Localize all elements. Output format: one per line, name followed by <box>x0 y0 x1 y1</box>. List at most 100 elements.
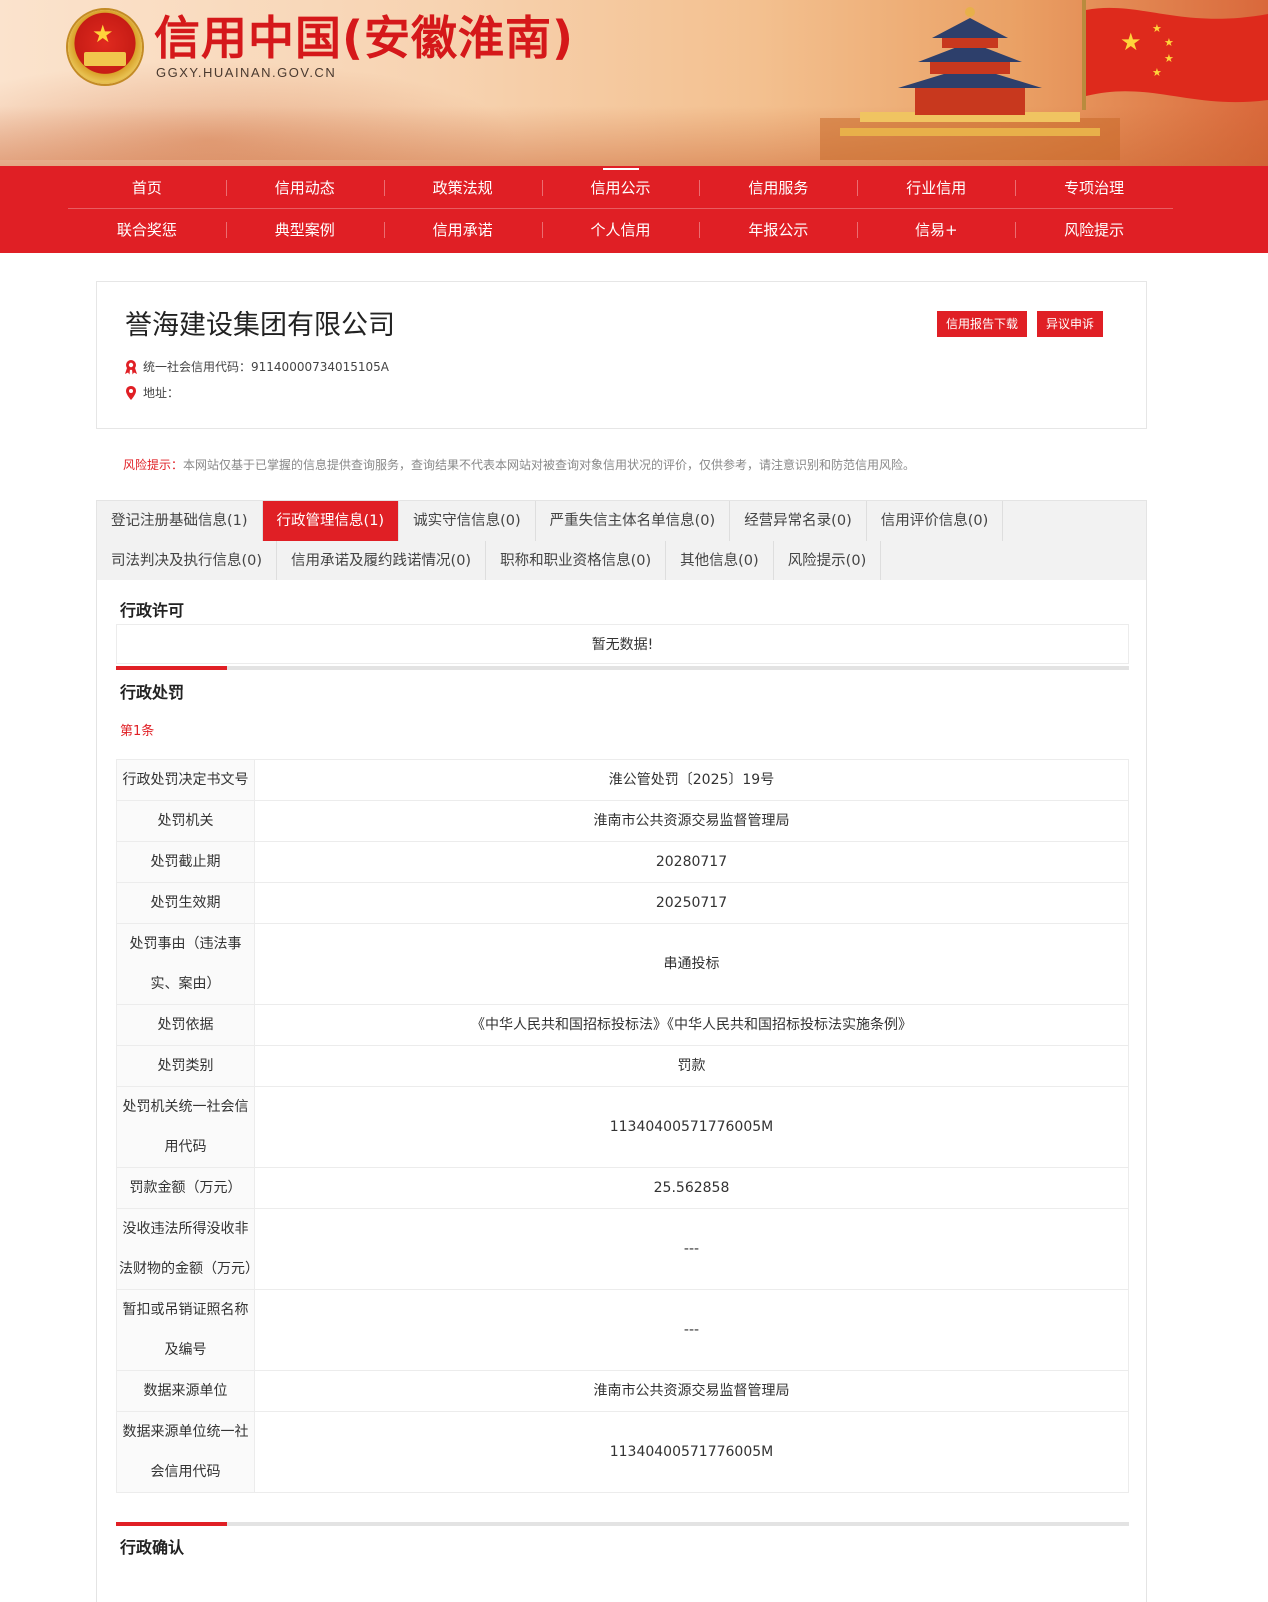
flag-icon: ★ ★ ★ ★ ★ <box>1082 0 1268 110</box>
credit-code-line: 统一社会信用代码： 91140000734015105A <box>123 358 389 376</box>
field-label: 处罚截止期 <box>116 841 255 883</box>
tab-serious-dishonesty-list[interactable]: 严重失信主体名单信息(0) <box>536 501 731 541</box>
svg-text:★: ★ <box>1152 66 1162 79</box>
header-banner: ★ 信用中国(安徽淮南) GGXY.HUAINAN.GOV.CN ★ ★ ★ ★… <box>0 0 1268 166</box>
field-label: 数据来源单位统一社会信用代码 <box>116 1411 255 1493</box>
nav-item-joint-rewards[interactable]: 联合奖惩 <box>68 210 226 251</box>
no-data-message: 暂无数据! <box>116 624 1129 664</box>
field-label: 没收违法所得没收非法财物的金额（万元） <box>116 1208 259 1290</box>
field-label: 处罚事由（违法事实、案由） <box>116 923 255 1005</box>
table-row: 处罚机关统一社会信用代码 11340400571776005M <box>116 1086 1129 1168</box>
nav-item-annual-report[interactable]: 年报公示 <box>699 210 857 251</box>
table-row: 数据来源单位统一社会信用代码 11340400571776005M <box>116 1411 1129 1493</box>
svg-text:★: ★ <box>1152 22 1162 35</box>
tab-registration-info[interactable]: 登记注册基础信息(1) <box>97 501 263 541</box>
field-label: 处罚类别 <box>116 1045 255 1087</box>
nav-item-personal-credit[interactable]: 个人信用 <box>541 210 700 251</box>
table-row: 处罚依据 《中华人民共和国招标投标法》《中华人民共和国招标投标法实施条例》 <box>116 1004 1129 1046</box>
nav-item-credit-services[interactable]: 信用服务 <box>699 168 857 208</box>
section-title-license: 行政许可 <box>120 601 185 620</box>
nav-item-credit-commitment[interactable]: 信用承诺 <box>383 210 542 251</box>
risk-notice: 风险提示：本网站仅基于已掌握的信息提供查询服务，查询结果不代表本网站对被查询对象… <box>123 456 915 474</box>
nav-item-industry-credit[interactable]: 行业信用 <box>857 168 1015 208</box>
table-row: 处罚截止期 20280717 <box>116 841 1129 883</box>
nav-item-xinyi-plus[interactable]: 信易+ <box>857 210 1015 251</box>
nav-item-typical-cases[interactable]: 典型案例 <box>225 210 384 251</box>
address-line: 地址： <box>123 384 179 402</box>
field-value: 罚款 <box>254 1045 1129 1087</box>
field-label: 行政处罚决定书文号 <box>116 759 255 801</box>
field-value: 20280717 <box>254 841 1129 883</box>
field-value: --- <box>254 1289 1129 1371</box>
nav-row-1: 首页 信用动态 政策法规 信用公示 信用服务 行业信用 专项治理 <box>68 168 1173 209</box>
section-title-penalty: 行政处罚 <box>120 683 185 702</box>
table-row: 处罚类别 罚款 <box>116 1045 1129 1087</box>
table-row: 罚款金额（万元） 25.562858 <box>116 1167 1129 1209</box>
risk-notice-text: 本网站仅基于已掌握的信息提供查询服务，查询结果不代表本网站对被查询对象信用状况的… <box>183 458 916 472</box>
field-value: 串通投标 <box>254 923 1129 1005</box>
field-label: 罚款金额（万元） <box>116 1167 255 1209</box>
field-label: 处罚生效期 <box>116 882 255 924</box>
nav-item-risk-alert[interactable]: 风险提示 <box>1015 210 1173 251</box>
field-value: 淮南市公共资源交易监督管理局 <box>254 800 1129 842</box>
appeal-button[interactable]: 异议申诉 <box>1037 311 1104 337</box>
field-value: 淮公管处罚〔2025〕19号 <box>254 759 1129 801</box>
tab-credit-commitment[interactable]: 信用承诺及履约践诺情况(0) <box>277 541 487 581</box>
company-card: 誉海建设集团有限公司 信用报告下载 异议申诉 统一社会信用代码： 9114000… <box>96 281 1147 429</box>
credit-report-download-button[interactable]: 信用报告下载 <box>937 311 1028 337</box>
record-number: 第1条 <box>120 724 155 739</box>
nav-item-home[interactable]: 首页 <box>68 168 226 208</box>
nav-item-credit-disclosure[interactable]: 信用公示 <box>541 168 700 208</box>
field-label: 数据来源单位 <box>116 1370 255 1412</box>
tab-integrity-info[interactable]: 诚实守信信息(0) <box>399 501 536 541</box>
field-value: 11340400571776005M <box>254 1411 1129 1493</box>
table-row: 暂扣或吊销证照名称及编号 --- <box>116 1289 1129 1371</box>
section-title-confirmation: 行政确认 <box>120 1538 185 1557</box>
field-value: --- <box>254 1208 1129 1290</box>
tab-abnormal-operations[interactable]: 经营异常名录(0) <box>730 501 867 541</box>
company-name: 誉海建设集团有限公司 <box>125 310 395 341</box>
table-row: 行政处罚决定书文号 淮公管处罚〔2025〕19号 <box>116 759 1129 801</box>
field-value: 11340400571776005M <box>254 1086 1129 1168</box>
nav-item-policies[interactable]: 政策法规 <box>383 168 542 208</box>
field-label: 处罚依据 <box>116 1004 255 1046</box>
section-divider <box>116 666 1129 670</box>
credit-code-value: 91140000734015105A <box>251 360 390 374</box>
tab-content: 行政许可 暂无数据! 行政处罚 第1条 行政处罚决定书文号 淮公管处罚〔2025… <box>96 580 1147 1602</box>
risk-notice-label: 风险提示： <box>123 458 184 472</box>
tab-administrative-info[interactable]: 行政管理信息(1) <box>262 501 400 541</box>
nav-item-credit-news[interactable]: 信用动态 <box>225 168 384 208</box>
field-label: 处罚机关统一社会信用代码 <box>116 1086 255 1168</box>
field-label: 处罚机关 <box>116 800 255 842</box>
address-label: 地址： <box>143 386 180 400</box>
site-domain: GGXY.HUAINAN.GOV.CN <box>156 65 337 80</box>
svg-text:★: ★ <box>1120 28 1142 56</box>
tab-credit-evaluation[interactable]: 信用评价信息(0) <box>867 501 1004 541</box>
info-tabs: 登记注册基础信息(1) 行政管理信息(1) 诚实守信信息(0) 严重失信主体名单… <box>96 500 1147 581</box>
svg-text:★: ★ <box>1164 52 1174 65</box>
nav-row-2: 联合奖惩 典型案例 信用承诺 个人信用 年报公示 信易+ 风险提示 <box>68 210 1173 251</box>
tab-professional-qualification[interactable]: 职称和职业资格信息(0) <box>486 541 667 581</box>
tab-risk-alert[interactable]: 风险提示(0) <box>774 541 882 581</box>
national-emblem-icon: ★ <box>68 10 142 84</box>
table-row: 处罚机关 淮南市公共资源交易监督管理局 <box>116 800 1129 842</box>
emblem-base <box>84 52 126 66</box>
main-navigation: 首页 信用动态 政策法规 信用公示 信用服务 行业信用 专项治理 联合奖惩 典型… <box>0 166 1268 253</box>
tab-judicial-info[interactable]: 司法判决及执行信息(0) <box>97 541 278 581</box>
nav-item-special-governance[interactable]: 专项治理 <box>1015 168 1173 208</box>
temple-of-heaven-icon <box>820 7 1120 160</box>
site-title[interactable]: 信用中国(安徽淮南) <box>154 8 574 68</box>
field-value: 20250717 <box>254 882 1129 924</box>
field-label: 暂扣或吊销证照名称及编号 <box>116 1289 255 1371</box>
table-row: 数据来源单位 淮南市公共资源交易监督管理局 <box>116 1370 1129 1412</box>
field-value: 淮南市公共资源交易监督管理局 <box>254 1370 1129 1412</box>
tab-row-2: 司法判决及执行信息(0) 信用承诺及履约践诺情况(0) 职称和职业资格信息(0)… <box>97 541 882 581</box>
badge-icon <box>125 360 137 375</box>
location-pin-icon <box>126 386 136 400</box>
tab-other-info[interactable]: 其他信息(0) <box>666 541 774 581</box>
penalty-table: 行政处罚决定书文号 淮公管处罚〔2025〕19号 处罚机关 淮南市公共资源交易监… <box>116 759 1129 1493</box>
section-divider <box>116 1522 1129 1526</box>
credit-code-label: 统一社会信用代码： <box>143 360 252 374</box>
table-row: 处罚事由（违法事实、案由） 串通投标 <box>116 923 1129 1005</box>
tab-row-1: 登记注册基础信息(1) 行政管理信息(1) 诚实守信信息(0) 严重失信主体名单… <box>97 501 1004 541</box>
